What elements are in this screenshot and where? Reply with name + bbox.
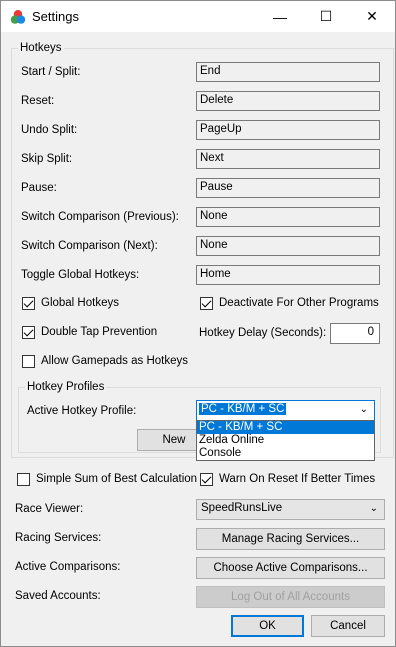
active-hotkey-profile-select[interactable]: PC - KB/M + SC ⌄ [196, 400, 375, 421]
hotkeys-group-title: Hotkeys [18, 42, 64, 54]
ok-button[interactable]: OK [231, 615, 304, 637]
simple-sum-of-best-checkbox[interactable] [17, 473, 30, 486]
start-split-hotkey-field[interactable]: End [196, 62, 380, 82]
race-viewer-value: SpeedRunsLive [201, 502, 283, 514]
profile-dropdown-list: PC - KB/M + SC Zelda Online Console [196, 420, 375, 461]
switch-comparison-next-hotkey-field[interactable]: None [196, 236, 380, 256]
toggle-global-hotkeys-label: Toggle Global Hotkeys: [21, 269, 140, 281]
skip-split-label: Skip Split: [21, 153, 73, 165]
undo-split-label: Undo Split: [21, 124, 78, 136]
start-split-label: Start / Split: [21, 66, 81, 78]
pause-label: Pause: [21, 182, 57, 194]
switch-comparison-previous-label: Switch Comparison (Previous): [21, 211, 179, 223]
close-button[interactable]: ✕ [349, 1, 395, 32]
manage-racing-services-button[interactable]: Manage Racing Services... [196, 528, 385, 550]
race-viewer-label: Race Viewer: [15, 503, 84, 515]
profile-option[interactable]: Console [197, 447, 374, 460]
cancel-button[interactable]: Cancel [311, 615, 385, 637]
skip-split-hotkey-field[interactable]: Next [196, 149, 380, 169]
active-hotkey-profile-value: PC - KB/M + SC [199, 403, 287, 415]
switch-comparison-next-label: Switch Comparison (Next): [21, 240, 158, 252]
window-title: Settings [32, 9, 79, 24]
global-hotkeys-label: Global Hotkeys [41, 297, 119, 309]
allow-gamepads-checkbox[interactable] [22, 355, 35, 368]
toggle-global-hotkeys-field[interactable]: Home [196, 265, 380, 285]
saved-accounts-label: Saved Accounts: [15, 590, 101, 602]
simple-sum-of-best-label: Simple Sum of Best Calculation [36, 473, 198, 485]
profile-option[interactable]: Zelda Online [197, 434, 374, 447]
hotkey-delay-input[interactable]: 0 [330, 323, 380, 344]
warn-on-reset-label: Warn On Reset If Better Times [219, 473, 376, 485]
hotkey-delay-label: Hotkey Delay (Seconds): [199, 327, 327, 339]
allow-gamepads-label: Allow Gamepads as Hotkeys [41, 355, 189, 367]
active-comparisons-label: Active Comparisons: [15, 561, 121, 573]
double-tap-prevention-checkbox[interactable] [22, 326, 35, 339]
profile-option[interactable]: PC - KB/M + SC [197, 421, 374, 434]
hotkey-profiles-group-title: Hotkey Profiles [25, 381, 107, 393]
minimize-button[interactable]: — [257, 1, 303, 32]
reset-hotkey-field[interactable]: Delete [196, 91, 380, 111]
log-out-all-accounts-button[interactable]: Log Out of All Accounts [196, 586, 385, 608]
racing-services-label: Racing Services: [15, 532, 102, 544]
title-bar[interactable]: Settings — ☐ ✕ [1, 1, 395, 32]
active-hotkey-profile-label: Active Hotkey Profile: [27, 405, 137, 417]
reset-label: Reset: [21, 95, 55, 107]
chevron-down-icon: ⌄ [369, 503, 378, 514]
double-tap-prevention-label: Double Tap Prevention [41, 326, 158, 338]
choose-active-comparisons-button[interactable]: Choose Active Comparisons... [196, 557, 385, 579]
global-hotkeys-checkbox[interactable] [22, 297, 35, 310]
deactivate-other-programs-checkbox[interactable] [200, 297, 213, 310]
chevron-down-icon: ⌄ [359, 404, 368, 415]
maximize-button[interactable]: ☐ [303, 1, 349, 32]
warn-on-reset-checkbox[interactable] [200, 473, 213, 486]
race-viewer-select[interactable]: SpeedRunsLive ⌄ [196, 499, 385, 520]
settings-window: Settings — ☐ ✕ Hotkeys Start / Split: En… [0, 0, 396, 647]
switch-comparison-previous-hotkey-field[interactable]: None [196, 207, 380, 227]
app-logo-icon [10, 10, 26, 24]
pause-hotkey-field[interactable]: Pause [196, 178, 380, 198]
undo-split-hotkey-field[interactable]: PageUp [196, 120, 380, 140]
deactivate-other-programs-label: Deactivate For Other Programs [219, 297, 379, 309]
